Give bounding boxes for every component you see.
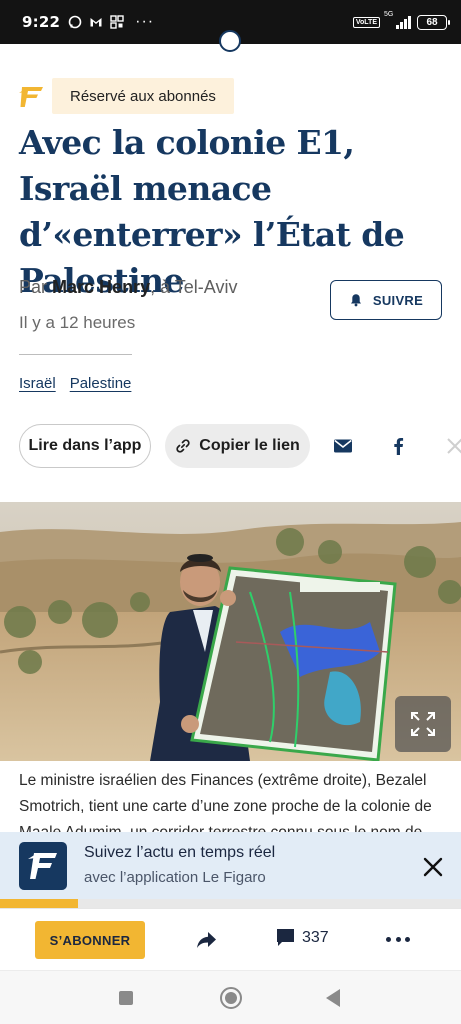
close-banner-icon[interactable] bbox=[420, 854, 446, 880]
fullscreen-icon bbox=[411, 712, 435, 736]
gmail-icon bbox=[90, 18, 102, 27]
expand-photo-button[interactable] bbox=[395, 696, 451, 752]
read-in-app-button[interactable]: Lire dans l’app bbox=[19, 424, 151, 468]
bell-icon bbox=[350, 294, 361, 307]
scroll-indicator bbox=[219, 30, 241, 52]
byline-prefix: Par bbox=[19, 277, 48, 297]
follow-author-button[interactable]: SUIVRE bbox=[330, 280, 442, 320]
home-icon[interactable] bbox=[220, 987, 242, 1009]
le-figaro-logo-icon bbox=[19, 87, 43, 107]
follow-label: SUIVRE bbox=[372, 292, 424, 308]
copy-link-label: Copier le lien bbox=[199, 437, 300, 454]
share-row: Lire dans l’app Copier le lien bbox=[19, 424, 461, 468]
more-options-icon[interactable] bbox=[386, 928, 410, 950]
tag-link-palestine[interactable]: Palestine bbox=[70, 375, 132, 392]
battery-level: 68 bbox=[426, 16, 438, 28]
recent-apps-icon[interactable] bbox=[119, 991, 133, 1005]
network-type: 5G bbox=[384, 11, 394, 18]
copy-link-button[interactable]: Copier le lien bbox=[165, 424, 310, 468]
app-promo-banner[interactable]: Suivez l’actu en temps réel avec l’appli… bbox=[0, 832, 461, 908]
notification-icons: ··· bbox=[68, 13, 154, 31]
status-right: VoLTE 5G 68 bbox=[352, 11, 450, 30]
reading-progress-track bbox=[0, 899, 461, 908]
more-notifications-icon: ··· bbox=[135, 13, 155, 30]
author-link[interactable]: Marc Henry bbox=[52, 277, 150, 297]
signal-icon: 5G bbox=[384, 11, 411, 29]
mail-icon[interactable] bbox=[333, 436, 353, 456]
photo-illustration bbox=[0, 502, 461, 761]
byline: Par Marc Henry, à Tel-Aviv bbox=[19, 277, 237, 298]
comments-button[interactable]: 337 bbox=[275, 927, 329, 948]
figaro-app-icon bbox=[19, 842, 67, 890]
share-icon[interactable] bbox=[195, 929, 217, 951]
tag-list: Israël Palestine bbox=[19, 375, 131, 392]
banner-subtitle: avec l’application Le Figaro bbox=[84, 869, 266, 886]
facebook-icon[interactable] bbox=[389, 436, 409, 456]
back-icon[interactable] bbox=[326, 989, 340, 1007]
banner-title: Suivez l’actu en temps réel bbox=[84, 844, 276, 861]
article-photo[interactable] bbox=[0, 502, 461, 761]
clock: 9:22 bbox=[22, 13, 61, 31]
bottom-action-bar: S’ABONNER 337 bbox=[0, 908, 461, 970]
figaro-f-icon bbox=[28, 853, 57, 879]
android-nav-bar bbox=[0, 970, 461, 1024]
subscribe-button[interactable]: S’ABONNER bbox=[35, 921, 145, 959]
volte-icon: VoLTE bbox=[352, 16, 380, 28]
byline-location: , à Tel-Aviv bbox=[150, 277, 238, 297]
battery-icon: 68 bbox=[417, 14, 450, 30]
link-icon bbox=[176, 439, 190, 453]
whatsapp-icon bbox=[68, 15, 82, 29]
publish-time: Il y a 12 heures bbox=[19, 313, 136, 332]
x-icon[interactable] bbox=[445, 436, 461, 456]
comment-count: 337 bbox=[302, 928, 329, 946]
comment-icon bbox=[277, 929, 294, 946]
subscriber-only-badge: Réservé aux abonnés bbox=[52, 78, 234, 114]
reading-progress-fill bbox=[0, 899, 79, 908]
qr-apps-icon bbox=[110, 15, 124, 29]
photo-caption: Le ministre israélien des Finances (extr… bbox=[19, 772, 432, 834]
tag-link-israel[interactable]: Israël bbox=[19, 375, 56, 392]
divider bbox=[19, 354, 132, 355]
